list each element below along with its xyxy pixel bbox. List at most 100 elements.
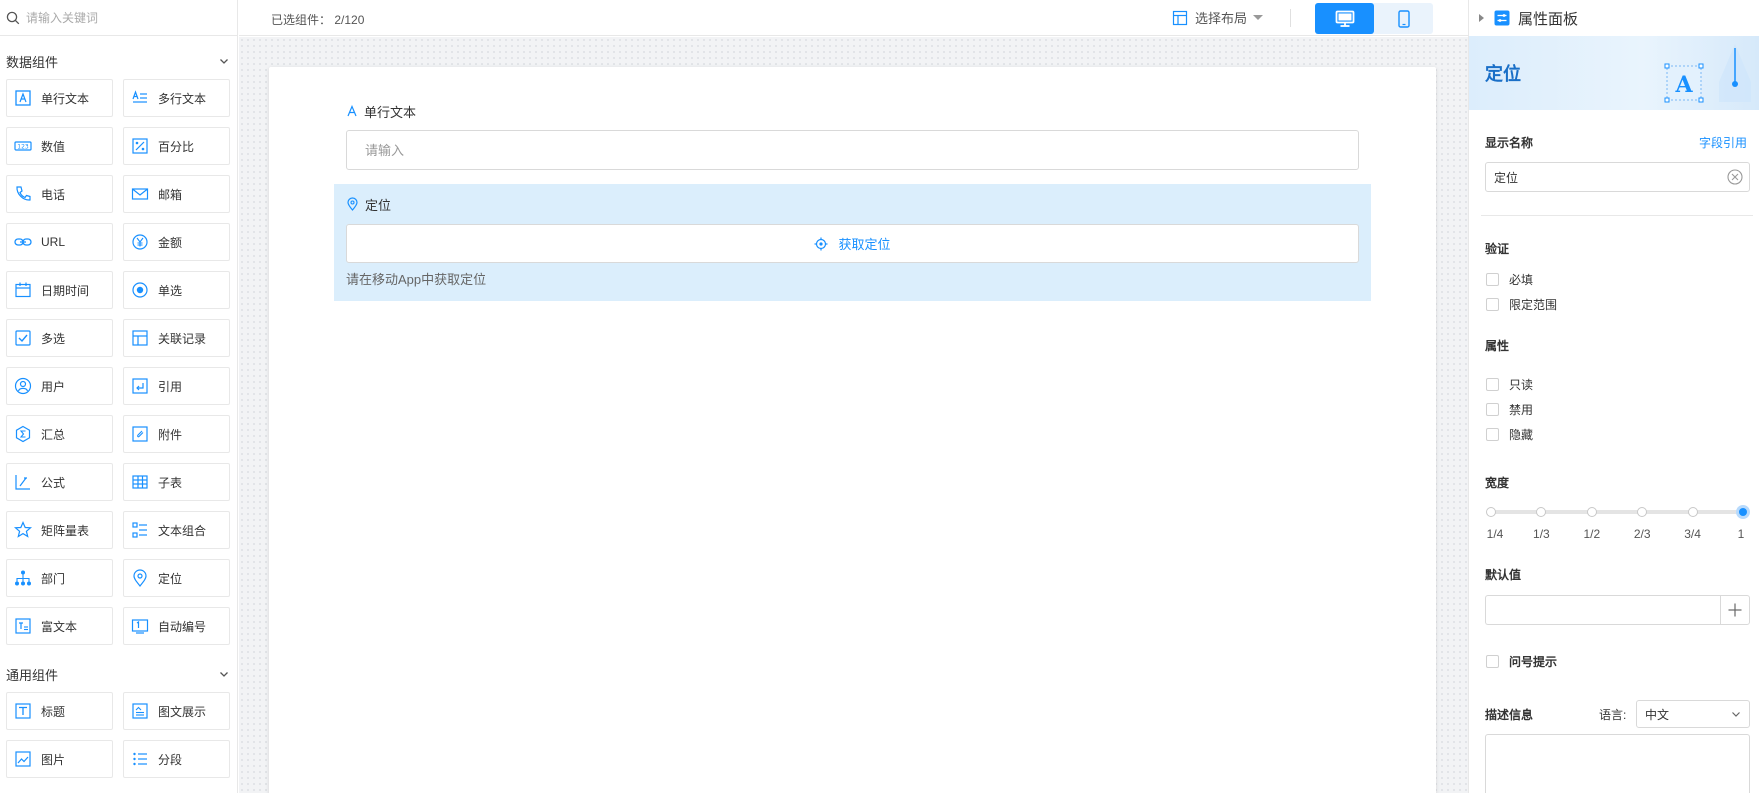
component-label: 引用: [158, 379, 183, 394]
checkbox-label: 问号提示: [1509, 655, 1558, 669]
property-panel-header[interactable]: 属性面板: [1469, 0, 1759, 36]
component-item[interactable]: 图片: [6, 740, 113, 778]
mail-icon: [131, 188, 149, 200]
readonly-checkbox[interactable]: 只读: [1486, 376, 1533, 393]
limit-range-checkbox[interactable]: 限定范围: [1486, 296, 1557, 313]
component-item[interactable]: 关联记录: [123, 319, 230, 357]
checkbox-icon: [15, 330, 31, 346]
checkbox-label: 限定范围: [1509, 298, 1558, 312]
slider-stop[interactable]: [1637, 507, 1648, 517]
component-item[interactable]: 附件: [123, 415, 230, 453]
component-item[interactable]: 子表: [123, 463, 230, 501]
component-item[interactable]: 定位: [123, 559, 230, 597]
width-slider[interactable]: [1486, 505, 1750, 519]
form-field-location-selected[interactable]: 定位 获取定位 请在移动App中获取定位: [334, 184, 1371, 301]
component-item[interactable]: 多选: [6, 319, 113, 357]
single-text-input[interactable]: [346, 130, 1359, 170]
component-item[interactable]: 引用: [123, 367, 230, 405]
checkbox-box[interactable]: [1486, 403, 1499, 416]
component-label: 单行文本: [41, 91, 90, 106]
component-item[interactable]: 公式: [6, 463, 113, 501]
common-component-grid: 标题 图文展示 图片 分段: [0, 692, 237, 778]
checkbox-label: 禁用: [1509, 403, 1534, 417]
checkbox-box[interactable]: [1486, 655, 1499, 668]
required-checkbox[interactable]: 必填: [1486, 271, 1533, 288]
component-item[interactable]: 123 数值: [6, 127, 113, 165]
link-icon: [14, 238, 32, 246]
component-item[interactable]: 单选: [123, 271, 230, 309]
component-label: 附件: [158, 427, 183, 442]
component-item[interactable]: 多行文本: [123, 79, 230, 117]
component-item[interactable]: 用户: [6, 367, 113, 405]
svg-text:A: A: [1674, 72, 1693, 98]
description-textarea[interactable]: [1485, 734, 1750, 793]
component-item[interactable]: 金额: [123, 223, 230, 261]
slider-stop[interactable]: [1586, 507, 1597, 517]
component-item[interactable]: 矩阵量表: [6, 511, 113, 549]
default-value-title: 默认值: [1485, 568, 1522, 582]
formula-icon: [15, 475, 30, 490]
checkbox-box[interactable]: [1486, 273, 1499, 286]
hidden-checkbox[interactable]: 隐藏: [1486, 426, 1533, 443]
clear-icon[interactable]: [1727, 169, 1743, 185]
field-reference-link[interactable]: 字段引用: [1699, 134, 1747, 151]
mobile-view-button[interactable]: [1374, 3, 1433, 34]
slider-stop[interactable]: [1736, 505, 1750, 519]
disabled-checkbox[interactable]: 禁用: [1486, 401, 1533, 418]
layout-select-button[interactable]: 选择布局: [1172, 8, 1264, 27]
text-a-icon: [347, 105, 357, 117]
get-location-button[interactable]: 获取定位: [346, 224, 1359, 263]
component-item[interactable]: 富文本: [6, 607, 113, 645]
component-item[interactable]: 部门: [6, 559, 113, 597]
subtable-icon: [132, 475, 148, 489]
group-title: 通用组件: [6, 667, 59, 683]
component-sidebar: 数据组件 单行文本 多行文本 123 数值 百分比 电话: [0, 0, 238, 793]
component-item[interactable]: 分段: [123, 740, 230, 778]
caret-down-icon: [1253, 15, 1264, 20]
checkbox-box[interactable]: [1486, 428, 1499, 441]
slider-stop[interactable]: [1687, 507, 1698, 517]
width-title: 宽度: [1485, 476, 1510, 490]
summary-icon: [15, 425, 31, 443]
location-pin-icon: [133, 569, 147, 587]
multiline-text-icon: [132, 90, 147, 103]
svg-text:123: 123: [17, 144, 29, 151]
component-label: 自动编号: [158, 619, 207, 634]
locate-crosshair-icon: [814, 237, 828, 250]
slider-stop[interactable]: [1486, 507, 1496, 517]
display-name-input[interactable]: [1485, 162, 1750, 192]
language-select[interactable]: 中文: [1636, 700, 1750, 728]
component-label: 矩阵量表: [41, 523, 90, 538]
search-icon: [6, 11, 20, 24]
properties-title: 属性: [1485, 339, 1510, 353]
component-item[interactable]: URL: [6, 223, 113, 261]
component-item[interactable]: 自动编号: [123, 607, 230, 645]
field-label-text: 定位: [365, 197, 392, 213]
radio-icon: [132, 282, 148, 298]
component-item[interactable]: 百分比: [123, 127, 230, 165]
search-input[interactable]: [26, 10, 226, 25]
checkbox-box[interactable]: [1486, 298, 1499, 311]
component-label: 数值: [41, 139, 66, 154]
component-item[interactable]: 单行文本: [6, 79, 113, 117]
tooltip-checkbox[interactable]: 问号提示: [1486, 653, 1557, 670]
field-label: 单行文本: [346, 101, 1359, 121]
component-item[interactable]: 电话: [6, 175, 113, 213]
component-item[interactable]: 文本组合: [123, 511, 230, 549]
component-item[interactable]: 汇总: [6, 415, 113, 453]
add-default-button[interactable]: [1720, 595, 1750, 625]
component-item[interactable]: 邮箱: [123, 175, 230, 213]
form-field-single-text[interactable]: 单行文本: [346, 101, 1359, 170]
component-item[interactable]: 图文展示: [123, 692, 230, 730]
selected-count: 已选组件： 2/120: [271, 11, 364, 28]
settings-sliders-icon: [1494, 10, 1510, 26]
plus-icon: [1728, 603, 1742, 617]
slider-tick-label: 3/4: [1684, 527, 1701, 541]
checkbox-box[interactable]: [1486, 378, 1499, 391]
component-item[interactable]: 日期时间: [6, 271, 113, 309]
component-item[interactable]: 标题: [6, 692, 113, 730]
slider-stop[interactable]: [1536, 507, 1547, 517]
default-value-input[interactable]: [1485, 595, 1721, 625]
desktop-view-button[interactable]: [1315, 3, 1374, 34]
field-label-text: 单行文本: [364, 104, 417, 120]
